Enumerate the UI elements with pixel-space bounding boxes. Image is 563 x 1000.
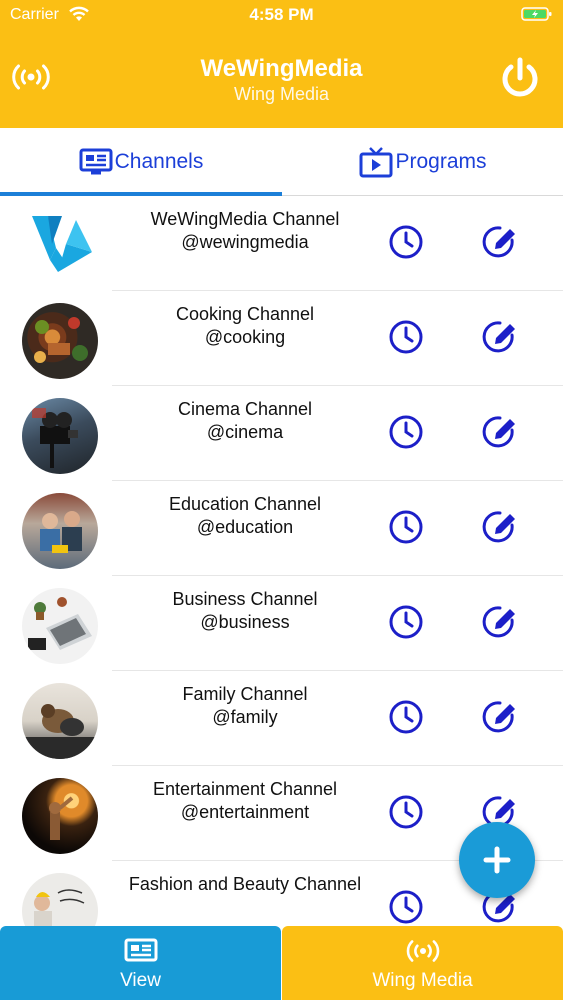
channel-name: WeWingMedia Channel: [150, 209, 340, 229]
list-item[interactable]: Cooking Channel @cooking: [0, 291, 563, 386]
channel-info: Cinema Channel @cinema: [120, 398, 370, 444]
tab-programs[interactable]: Programs: [282, 128, 563, 196]
clock-icon[interactable]: [388, 699, 424, 735]
channel-avatar: [22, 873, 98, 926]
app-title: WeWingMedia: [200, 55, 363, 82]
channel-handle: @family: [212, 707, 278, 727]
channel-avatar: [22, 303, 98, 379]
clock-icon[interactable]: [388, 604, 424, 640]
channel-handle: @cooking: [204, 327, 286, 347]
power-icon[interactable]: [498, 56, 542, 100]
channel-info: WeWingMedia Channel @wewingmedia: [120, 208, 370, 254]
clock-icon[interactable]: [388, 319, 424, 355]
tab-channels-label: Channels: [114, 150, 204, 173]
newspaper-icon: [79, 148, 113, 175]
broadcast-icon: [406, 940, 439, 962]
battery-icon: [521, 7, 552, 21]
tab-bar: Channels Programs: [0, 128, 563, 196]
plus-icon: [483, 846, 511, 874]
clock-icon[interactable]: [388, 794, 424, 830]
list-item[interactable]: Cinema Channel @cinema: [0, 386, 563, 481]
edit-icon[interactable]: [482, 604, 520, 640]
channel-name: Cinema Channel: [177, 399, 313, 419]
bottom-nav-wing-media-label: Wing Media: [372, 970, 473, 991]
tab-channels[interactable]: Channels: [0, 128, 282, 196]
channel-avatar: [22, 683, 98, 759]
channel-handle: @education: [196, 517, 294, 537]
channel-list[interactable]: WeWingMedia Channel @wewingmedia Cooking…: [0, 196, 563, 926]
add-channel-button[interactable]: [459, 822, 535, 898]
bottom-nav-view-label: View: [120, 970, 161, 991]
channel-name: Education Channel: [168, 494, 322, 514]
bottom-nav-wing-media[interactable]: Wing Media: [282, 926, 563, 1000]
channel-info: Cooking Channel @cooking: [120, 303, 370, 349]
app-subtitle: Wing Media: [233, 84, 330, 104]
clock-icon[interactable]: [388, 224, 424, 260]
channel-name: Fashion and Beauty Channel: [128, 874, 362, 894]
clock-icon[interactable]: [388, 889, 424, 925]
tab-programs-label: Programs: [395, 150, 487, 173]
channel-avatar: [22, 588, 98, 664]
channel-avatar: [22, 778, 98, 854]
channel-handle: @entertainment: [180, 802, 310, 822]
channel-name: Entertainment Channel: [152, 779, 338, 799]
edit-icon[interactable]: [482, 699, 520, 735]
channel-handle: @cinema: [206, 422, 284, 442]
clock-icon[interactable]: [388, 509, 424, 545]
channel-info: Entertainment Channel @entertainment: [120, 778, 370, 824]
app-header: Carrier 4:58 PM WeWingMedia Wing Media: [0, 0, 563, 128]
list-item[interactable]: Business Channel @business: [0, 576, 563, 671]
list-item[interactable]: WeWingMedia Channel @wewingmedia: [0, 196, 563, 291]
tv-play-icon: [359, 147, 393, 178]
edit-icon[interactable]: [482, 319, 520, 355]
list-item[interactable]: Family Channel @family: [0, 671, 563, 766]
channel-avatar: [22, 493, 98, 569]
channel-info: Education Channel @education: [120, 493, 370, 539]
channel-logo: [22, 208, 98, 284]
bottom-nav: View Wing Media: [0, 926, 563, 1000]
clock-icon[interactable]: [388, 414, 424, 450]
channel-avatar: [22, 398, 98, 474]
list-item[interactable]: Education Channel @education: [0, 481, 563, 576]
bottom-nav-view[interactable]: View: [0, 926, 281, 1000]
channel-info: Business Channel @business: [120, 588, 370, 634]
channel-info: Family Channel @family: [120, 683, 370, 729]
status-bar: Carrier 4:58 PM: [0, 0, 563, 30]
newspaper-icon: [124, 938, 157, 962]
edit-icon[interactable]: [482, 509, 520, 545]
channel-name: Business Channel: [172, 589, 318, 609]
channel-name: Cooking Channel: [175, 304, 315, 324]
edit-icon[interactable]: [482, 224, 520, 260]
channel-info: Fashion and Beauty Channel: [120, 873, 370, 896]
channel-name: Family Channel: [182, 684, 308, 704]
channel-handle: @wewingmedia: [181, 232, 309, 252]
edit-icon[interactable]: [482, 414, 520, 450]
status-time: 4:58 PM: [249, 5, 314, 24]
channel-handle: @business: [200, 612, 290, 632]
